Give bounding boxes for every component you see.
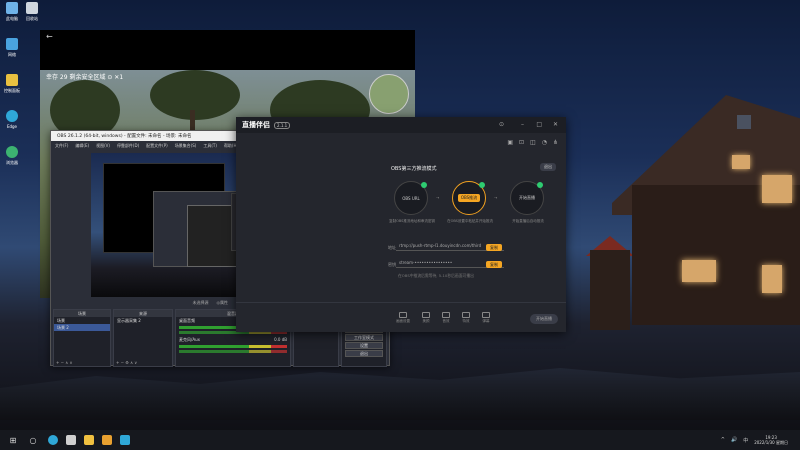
scenes-panel-header: 场景 (54, 310, 110, 317)
volume-meter (179, 345, 287, 348)
scene-item[interactable]: 场景 2 (54, 324, 110, 331)
scenes-panel: 场景 场景 场景 2 + − ∧ ∨ (53, 309, 111, 367)
desktop-icon-this-pc[interactable]: 此电脑 (2, 2, 22, 32)
no-source-selected-label: 未选择源 (192, 300, 209, 305)
mixer-track-db: 0.0 dB (274, 337, 287, 342)
helper-version-badge: 2.1.1 (274, 121, 291, 129)
taskbar-app-edge[interactable] (48, 435, 58, 445)
obs-menu-edit[interactable]: 编辑(E) (75, 143, 89, 149)
studio-mode-button[interactable]: 工作室模式 (345, 334, 383, 341)
field-label: 地址 (388, 245, 396, 250)
footer-item-beauty[interactable]: 美颜 (422, 311, 430, 324)
game-hud-text: 幸存 29 剩余安全区域 ⊙ ✕1 (46, 74, 124, 81)
minimap-icon (369, 74, 409, 114)
taskbar: ⊞ ○ ^ 🔊 中 19:23 2022/1/30 星期日 (0, 430, 800, 450)
obs-menu-docks[interactable]: 停靠部件(D) (117, 143, 139, 149)
step-caption: 开始直播后自动推流 (512, 219, 544, 223)
search-icon[interactable]: ○ (26, 433, 40, 447)
step-arrow-icon: → (436, 195, 440, 200)
helper-footer: 画面设置 美颜 音效 特效 弹幕 (236, 302, 566, 332)
live-helper-window[interactable]: 直播伴侣 2.1.1 ⊙ – □ ✕ ▣ ⊡ ◫ ◔ ⋔ OBS第三方推流模式 … (236, 117, 566, 332)
system-tray: ^ 🔊 中 19:23 2022/1/30 星期日 (721, 430, 788, 450)
obs-title: OBS 26.1.2 (64-bit, windows) - 配置文件: 未命名… (57, 134, 192, 139)
avatar-icon[interactable]: ⊙ (499, 121, 504, 128)
volume-icon[interactable]: 🔊 (731, 437, 737, 443)
desktop-icon-recycle-bin[interactable]: 回收站 (22, 2, 42, 22)
wallpaper-house (612, 95, 800, 325)
share-icon[interactable]: ⋔ (553, 139, 558, 146)
taskbar-app-store[interactable] (120, 435, 130, 445)
ime-icon[interactable]: 中 (743, 437, 748, 444)
sources-panel-header: 来源 (114, 310, 172, 317)
tray-expand-icon[interactable]: ^ (721, 437, 725, 443)
scene-item[interactable]: 场景 (54, 317, 110, 324)
footer-item-sound[interactable]: 音效 (442, 311, 450, 324)
clock-date: 2022/1/30 星期日 (754, 440, 788, 445)
desktop-icon-edge[interactable]: Edge (2, 110, 22, 140)
footer-item-comments[interactable]: 弹幕 (482, 311, 490, 324)
step-caption: 在OBS设置中粘贴并开始推流 (447, 219, 493, 223)
taskbar-app-folder[interactable] (102, 435, 112, 445)
footer-item-screen[interactable]: 画面设置 (396, 311, 410, 324)
obs-menu-view[interactable]: 视图(V) (96, 143, 110, 149)
sources-panel: 来源 显示器采集 2 + − ⚙ ∧ ∨ (113, 309, 173, 367)
copy-url-button[interactable]: 复制 (486, 244, 502, 251)
exit-button[interactable]: 退出 (345, 350, 383, 357)
volume-slider[interactable] (179, 350, 287, 353)
desktop-icon-network[interactable]: 网络 (2, 38, 22, 68)
properties-button[interactable]: ◎属性 (217, 300, 229, 306)
start-menu-icon[interactable]: ⊞ (6, 433, 20, 447)
step-obs-url: OBS URL (394, 181, 428, 215)
desktop-icon-control-panel[interactable]: 控制面板 (2, 74, 22, 104)
taskbar-app-task-view[interactable] (66, 435, 76, 445)
obs-menu-tools[interactable]: 工具(T) (203, 143, 217, 149)
desktop-icons: 此电脑 网络 控制面板 Edge 浏览器 (2, 2, 22, 182)
taskbar-app-explorer[interactable] (84, 435, 94, 445)
obs-menu-profile[interactable]: 配置文件(P) (146, 143, 168, 149)
scenes-panel-toolbar[interactable]: + − ∧ ∨ (54, 360, 110, 366)
field-label: 密钥 (388, 262, 396, 267)
helper-logo: 直播伴侣 (242, 121, 270, 129)
step-caption: 复制OBS推流地址和串流密钥 (389, 219, 435, 223)
gift-icon[interactable]: ▣ (507, 139, 513, 146)
helper-note: 在OBS中推流后需等待, 5-10秒后画面可播出 (398, 273, 474, 278)
shirt-icon[interactable]: ◫ (530, 139, 536, 146)
helper-maximize-button[interactable]: □ (536, 121, 542, 128)
helper-mode-heading: OBS第三方推流模式 (391, 166, 437, 172)
obs-menu-scene-collection[interactable]: 场景集合(S) (175, 143, 197, 149)
start-live-button[interactable]: 开始直播 (530, 314, 558, 324)
step-start-live: 开始直播 (510, 181, 544, 215)
settings-button[interactable]: 设置 (345, 342, 383, 349)
footer-item-effects[interactable]: 特效 (462, 311, 470, 324)
back-arrow-icon[interactable]: ← (46, 32, 53, 41)
copy-key-button[interactable]: 复制 (486, 261, 502, 268)
step-arrow-icon: → (494, 195, 498, 200)
sources-panel-toolbar[interactable]: + − ⚙ ∧ ∨ (114, 360, 172, 366)
mixer-track-label: 麦克风/Aux (179, 337, 200, 342)
exit-mode-button[interactable]: 退出 (540, 163, 556, 171)
bell-icon[interactable]: ◔ (542, 139, 547, 146)
lock-icon[interactable]: ⊡ (519, 139, 524, 146)
helper-toolbar: ▣ ⊡ ◫ ◔ ⋔ (507, 139, 558, 146)
taskbar-clock[interactable]: 19:23 2022/1/30 星期日 (754, 435, 788, 445)
helper-minimize-button[interactable]: – (521, 121, 524, 128)
step-obs-push: OBS推流 (452, 181, 486, 215)
helper-title-bar: 直播伴侣 2.1.1 ⊙ – □ ✕ (236, 117, 566, 133)
source-item[interactable]: 显示器采集 2 (114, 317, 172, 324)
helper-close-button[interactable]: ✕ (553, 121, 558, 128)
desktop-icon-browser[interactable]: 浏览器 (2, 146, 22, 176)
mixer-track-label: 桌面音频 (179, 318, 195, 323)
obs-menu-file[interactable]: 文件(F) (55, 143, 68, 149)
